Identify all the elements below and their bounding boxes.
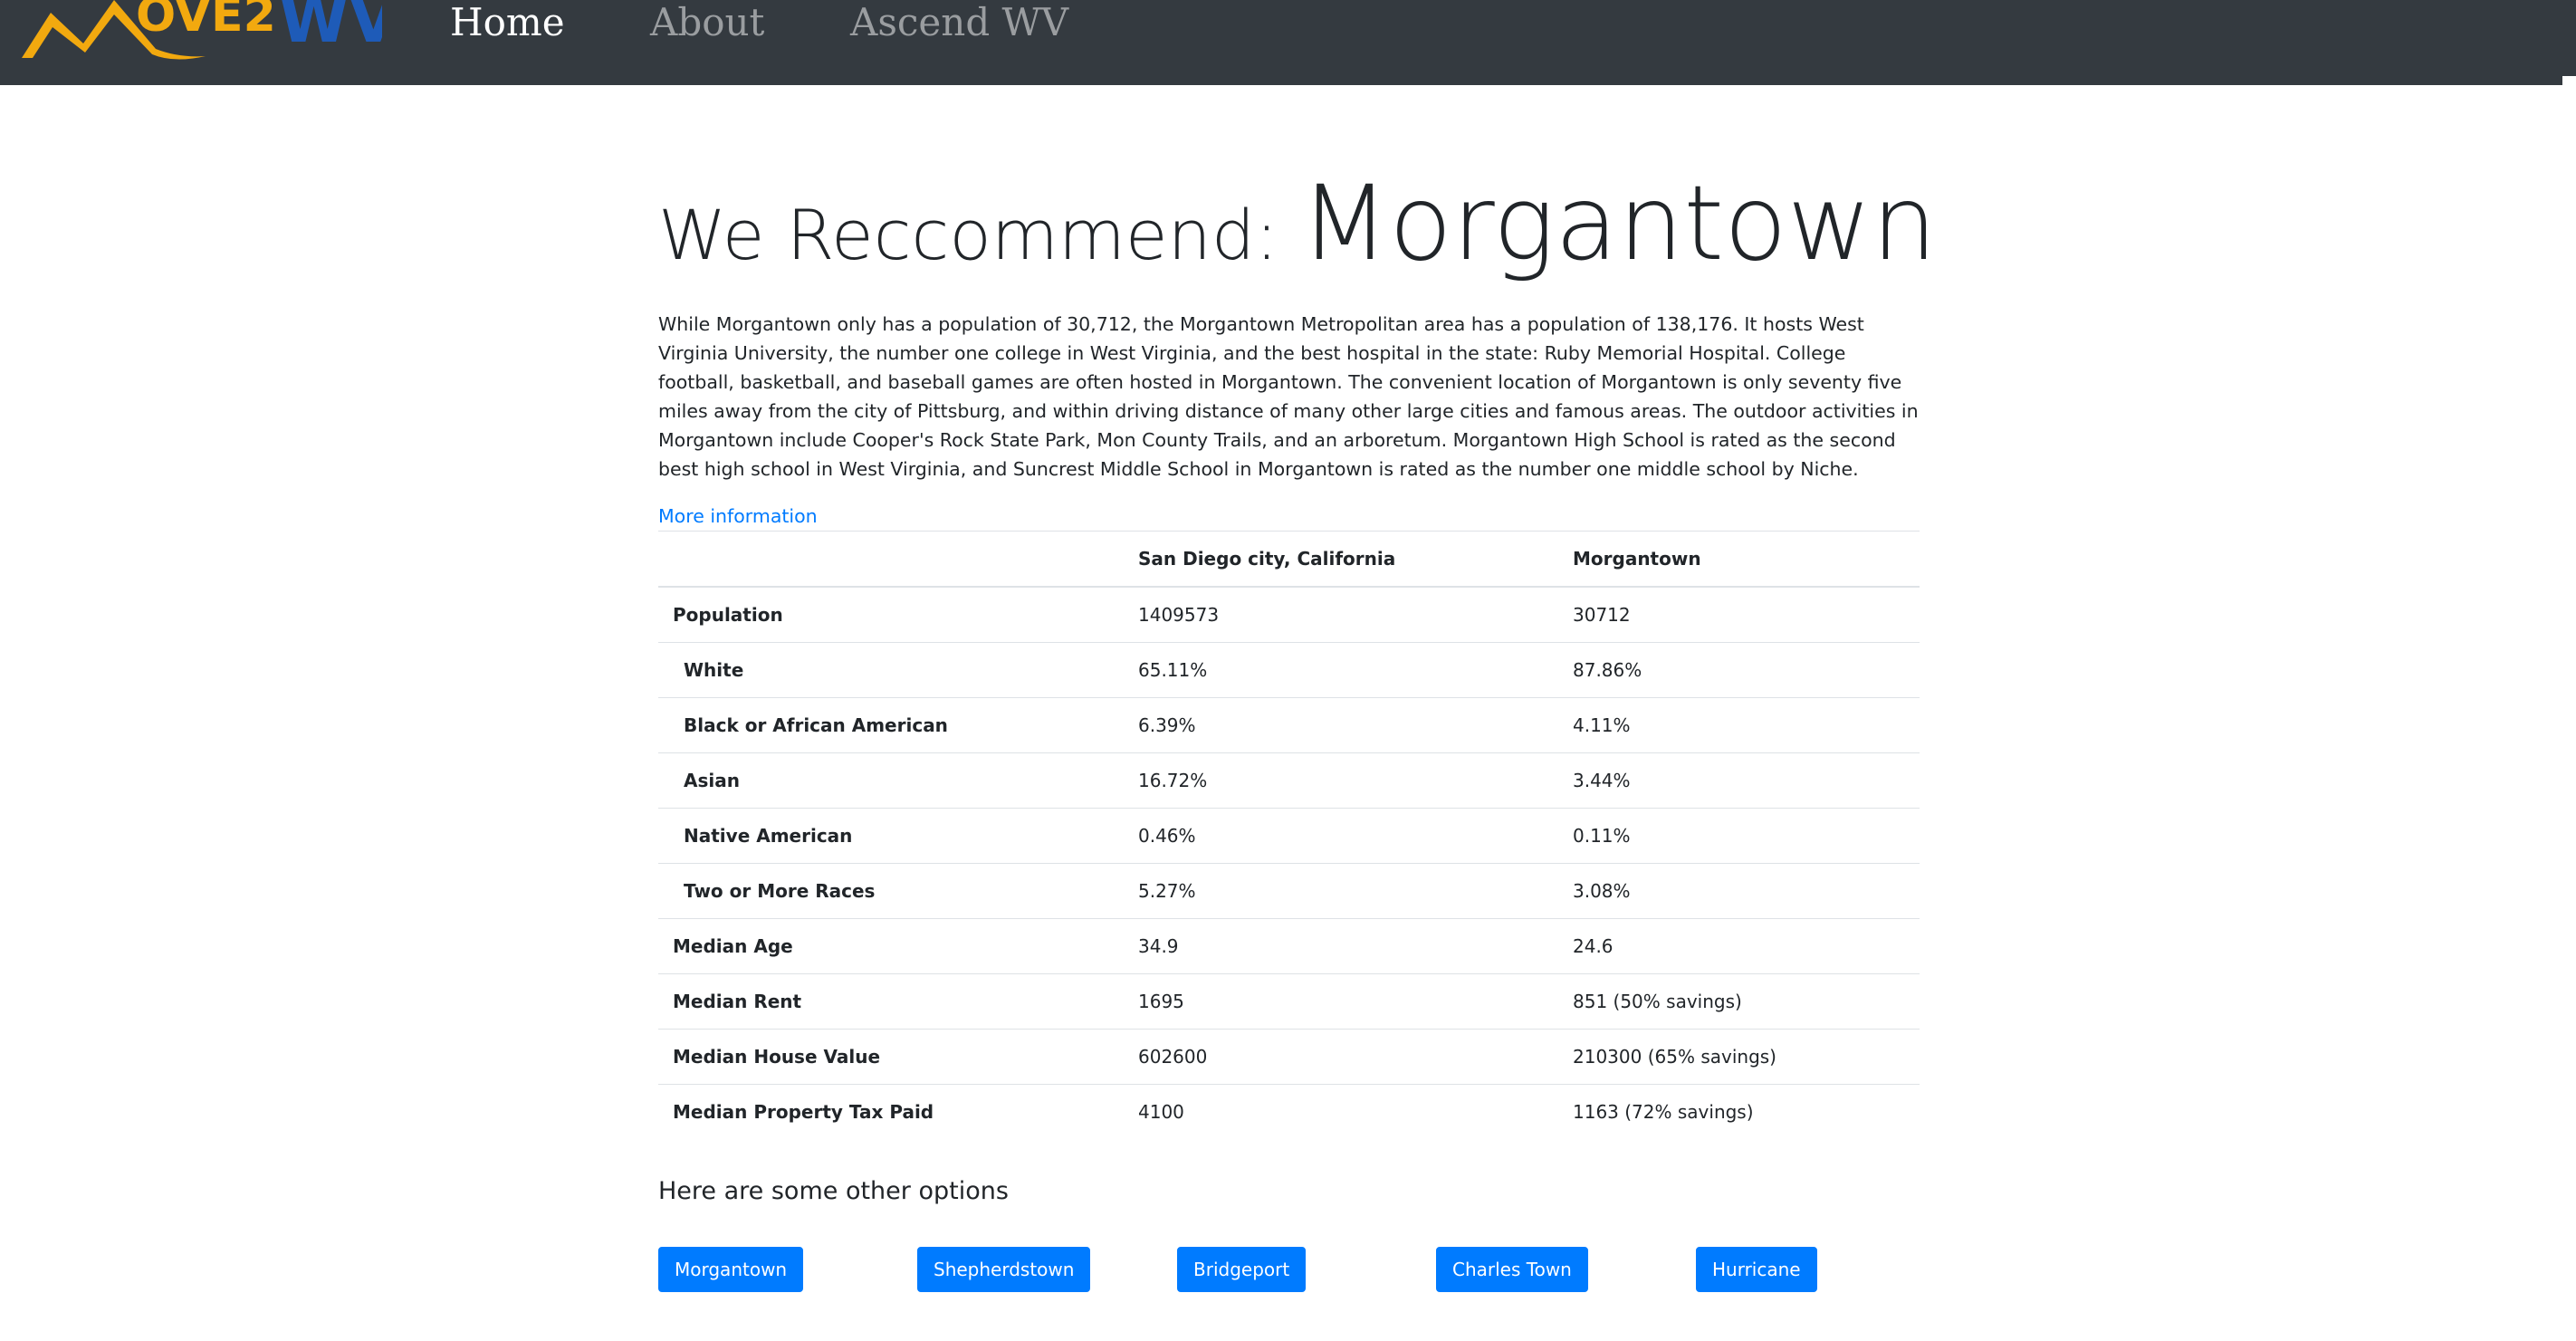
row-value-recommended: 3.08% (1558, 863, 1920, 919)
option-button-bridgeport[interactable]: Bridgeport (1177, 1247, 1307, 1292)
row-label: Two or More Races (658, 863, 1124, 919)
row-value-current: 6.39% (1124, 697, 1558, 753)
row-label: White (658, 642, 1124, 698)
row-label: Median Rent (658, 973, 1124, 1030)
other-options-heading: Here are some other options (658, 1177, 1009, 1205)
row-value-current: 16.72% (1124, 752, 1558, 809)
row-value-recommended: 851 (50% savings) (1558, 973, 1920, 1030)
header-recommended-city: Morgantown (1558, 531, 1920, 588)
row-value-recommended: 3.44% (1558, 752, 1920, 809)
row-label: Black or African American (658, 697, 1124, 753)
navbar: OVE2 WV Home About Ascend WV (0, 0, 2562, 85)
city-description: While Morgantown only has a population o… (658, 313, 1919, 480)
header-current-city: San Diego city, California (1124, 531, 1558, 588)
row-value-current: 5.27% (1124, 863, 1558, 919)
row-label: Median Age (658, 918, 1124, 974)
table-row: Asian 16.72% 3.44% (658, 752, 1920, 809)
navbar-edge (2562, 0, 2576, 76)
table-header-row: San Diego city, California Morgantown (658, 531, 1920, 588)
option-button-charles-town[interactable]: Charles Town (1436, 1247, 1588, 1292)
table-row: Two or More Races 5.27% 3.08% (658, 863, 1920, 919)
row-value-current: 65.11% (1124, 642, 1558, 698)
row-label: Median Property Tax Paid (658, 1084, 1124, 1139)
table-row: Median Age 34.9 24.6 (658, 918, 1920, 974)
row-label: Median House Value (658, 1029, 1124, 1085)
row-value-current: 4100 (1124, 1084, 1558, 1139)
row-value-recommended: 30712 (1558, 586, 1920, 643)
more-information-link[interactable]: More information (658, 502, 818, 531)
row-value-recommended: 1163 (72% savings) (1558, 1084, 1920, 1139)
recommendation-headline: We Reccommend: Morgantown (658, 163, 1937, 283)
row-value-current: 1409573 (1124, 586, 1558, 643)
move2wv-logo[interactable]: OVE2 WV (20, 0, 382, 72)
nav-home-link[interactable]: Home (450, 0, 565, 45)
row-value-current: 1695 (1124, 973, 1558, 1030)
nav-ascend-wv-link[interactable]: Ascend WV (850, 0, 1068, 45)
table-row: Median Property Tax Paid 4100 1163 (72% … (658, 1084, 1920, 1139)
option-button-shepherdstown[interactable]: Shepherdstown (917, 1247, 1091, 1292)
row-value-recommended: 0.11% (1558, 808, 1920, 864)
row-value-recommended: 210300 (65% savings) (1558, 1029, 1920, 1085)
row-value-recommended: 87.86% (1558, 642, 1920, 698)
row-value-current: 34.9 (1124, 918, 1558, 974)
row-value-current: 0.46% (1124, 808, 1558, 864)
row-value-recommended: 4.11% (1558, 697, 1920, 753)
nav-about-link[interactable]: About (650, 0, 764, 45)
row-value-current: 602600 (1124, 1029, 1558, 1085)
table-row: Native American 0.46% 0.11% (658, 808, 1920, 864)
option-button-morgantown[interactable]: Morgantown (658, 1247, 804, 1292)
table-row: Black or African American 6.39% 4.11% (658, 697, 1920, 753)
recommended-city: Morgantown (1299, 163, 1938, 283)
option-button-hurricane[interactable]: Hurricane (1696, 1247, 1817, 1292)
table-row: Population 1409573 30712 (658, 586, 1920, 643)
table-row: Median House Value 602600 210300 (65% sa… (658, 1029, 1920, 1085)
svg-text:OVE2: OVE2 (136, 0, 276, 43)
table-row: Median Rent 1695 851 (50% savings) (658, 973, 1920, 1030)
headline-prefix: We Reccommend: (658, 195, 1300, 275)
row-label: Population (658, 586, 1124, 643)
comparison-table: San Diego city, California Morgantown Po… (658, 531, 1920, 1139)
row-label: Asian (658, 752, 1124, 809)
row-value-recommended: 24.6 (1558, 918, 1920, 974)
table-row: White 65.11% 87.86% (658, 642, 1920, 698)
header-blank (658, 531, 1124, 588)
row-label: Native American (658, 808, 1124, 864)
svg-text:WV: WV (279, 0, 382, 57)
